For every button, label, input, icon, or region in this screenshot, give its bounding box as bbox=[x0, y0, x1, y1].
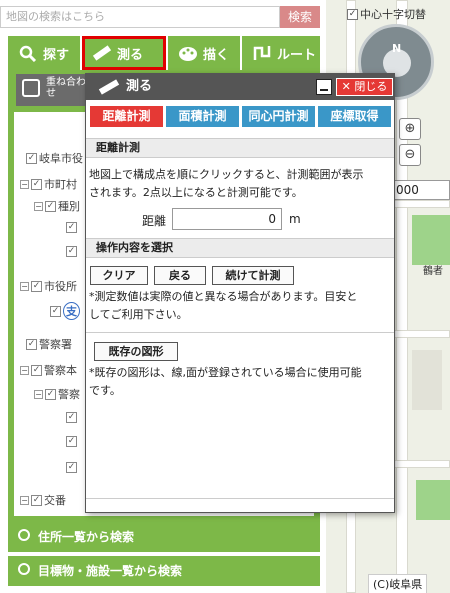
tab-area[interactable]: 面積計測 bbox=[166, 106, 239, 127]
refresh-icon: ↻ bbox=[16, 114, 27, 128]
tree-item-label: 交番 bbox=[44, 494, 66, 507]
tree-item[interactable]: ✓ bbox=[66, 436, 77, 447]
tree-item[interactable]: ✓ bbox=[66, 222, 77, 233]
continue-measure-button[interactable]: 続けて計測 bbox=[212, 266, 294, 285]
search-button[interactable]: 検索 bbox=[280, 6, 320, 28]
landmark-search-button[interactable]: 目標物・施設一覧から検索 bbox=[8, 556, 320, 586]
measure-dialog: 測る ✕ 閉じる 距離計測 面積計測 同心円計測 座標取得 距離計測 地図上で構… bbox=[85, 73, 395, 513]
tree-item[interactable]: − ✓ 市町村 bbox=[20, 176, 77, 192]
tree-item[interactable]: − ✓ 種別 bbox=[34, 198, 80, 214]
tree-item-label: 岐阜市役 bbox=[39, 152, 83, 165]
zoom-in-icon[interactable]: ⊕ bbox=[399, 118, 421, 140]
note-line: *測定数値は実際の値と異なる場合があります。目安と bbox=[89, 290, 358, 303]
route-icon bbox=[253, 46, 271, 60]
divider bbox=[86, 498, 394, 499]
route-tool-button[interactable]: ルート bbox=[242, 36, 320, 70]
tree-item[interactable]: ✓ 支 bbox=[50, 302, 80, 320]
section-operation-header: 操作内容を選択 bbox=[86, 238, 394, 258]
search-icon bbox=[18, 563, 30, 575]
ruler-icon bbox=[98, 79, 120, 95]
distance-label: 距離 bbox=[142, 214, 167, 228]
copyright-label: (C)岐阜県 bbox=[368, 574, 428, 593]
dialog-title: 測る bbox=[126, 79, 153, 94]
tree-item-label: 市町村 bbox=[44, 178, 77, 191]
tree-item[interactable]: ✓ 警察署 bbox=[26, 336, 72, 352]
route-tool-label: ルート bbox=[277, 47, 317, 63]
search-tool-label: 探す bbox=[43, 47, 70, 63]
divider bbox=[86, 332, 394, 333]
unit-label: m bbox=[289, 212, 301, 226]
tree-item[interactable]: − ✓ 警察本 bbox=[20, 362, 77, 378]
tree-item[interactable]: − ✓ 市役所 bbox=[20, 278, 77, 294]
measure-tool-button[interactable]: 測る bbox=[82, 36, 166, 70]
palette-icon bbox=[179, 47, 197, 61]
note-line: してご利用下さい。 bbox=[89, 308, 188, 321]
tree-item-icon: 支 bbox=[63, 302, 80, 320]
landmark-search-label: 目標物・施設一覧から検索 bbox=[38, 564, 183, 578]
distance-description: 地図上で構成点を順にクリックすると、計測範囲が表示 されます。2点以上になると計… bbox=[89, 166, 389, 202]
minimize-icon[interactable] bbox=[316, 79, 332, 95]
distance-value-field[interactable]: 0 bbox=[172, 208, 282, 230]
tree-item-label: 市役所 bbox=[44, 280, 77, 293]
tab-coordinates[interactable]: 座標取得 bbox=[318, 106, 391, 127]
map-search-input[interactable]: 地図の検索はこちら bbox=[0, 6, 280, 28]
tree-item-label: 種別 bbox=[58, 200, 80, 213]
display-toggle-label: 表示切 bbox=[34, 114, 71, 128]
close-button[interactable]: ✕ 閉じる bbox=[336, 78, 393, 96]
address-search-label: 住所一覧から検索 bbox=[38, 530, 135, 544]
tree-item[interactable]: − ✓ 警察 bbox=[34, 386, 80, 402]
tree-item[interactable]: ✓ bbox=[66, 462, 77, 473]
back-button[interactable]: 戻る bbox=[154, 266, 206, 285]
tree-item[interactable]: ✓ bbox=[66, 412, 77, 423]
note-line: です。 bbox=[89, 384, 121, 397]
note-line: *既存の図形は、線,面が登録されている場合に使用可能 bbox=[89, 366, 362, 379]
close-label: 閉じる bbox=[354, 80, 388, 93]
tab-concentric[interactable]: 同心円計測 bbox=[242, 106, 315, 127]
measure-tool-label: 測る bbox=[117, 47, 144, 63]
tree-item-label: 警察本 bbox=[44, 364, 77, 377]
map-scale-input[interactable]: 000 bbox=[392, 180, 450, 200]
search-tool-button[interactable]: 探す bbox=[8, 36, 80, 70]
tree-item[interactable]: − ✓ 交番 bbox=[20, 492, 66, 508]
overlay-button[interactable]: 重ね合わせ bbox=[16, 74, 86, 106]
search-icon bbox=[18, 529, 30, 541]
compass-north-label: N bbox=[392, 42, 402, 55]
tree-item[interactable]: ✓ bbox=[66, 246, 77, 257]
map-place-label: 鶴者 bbox=[423, 266, 443, 277]
center-cross-toggle[interactable]: ✓ 中心十字切替 bbox=[347, 6, 426, 22]
tree-item-label: 警察 bbox=[58, 388, 80, 401]
clear-button[interactable]: クリア bbox=[90, 266, 148, 285]
description-line: されます。2点以上になると計測可能です。 bbox=[89, 186, 303, 199]
ruler-icon bbox=[92, 45, 112, 61]
overlay-label: 重ね合わせ bbox=[46, 77, 86, 99]
description-line: 地図上で構成点を順にクリックすると、計測範囲が表示 bbox=[89, 168, 364, 181]
search-icon bbox=[19, 45, 37, 62]
dialog-header[interactable]: 測る ✕ 閉じる bbox=[86, 74, 394, 100]
draw-tool-button[interactable]: 描く bbox=[168, 36, 240, 70]
tree-item[interactable]: ✓ 岐阜市役 bbox=[26, 150, 83, 166]
existing-shape-button[interactable]: 既存の図形 bbox=[94, 342, 178, 361]
existing-shape-note: *既存の図形は、線,面が登録されている場合に使用可能 です。 bbox=[89, 364, 389, 400]
overlay-icon bbox=[22, 79, 40, 97]
section-distance-header: 距離計測 bbox=[86, 138, 394, 158]
draw-tool-label: 描く bbox=[203, 47, 230, 63]
center-cross-label: 中心十字切替 bbox=[360, 8, 426, 21]
zoom-out-icon[interactable]: ⊖ bbox=[399, 144, 421, 166]
measure-note: *測定数値は実際の値と異なる場合があります。目安と してご利用下さい。 bbox=[89, 288, 389, 324]
checkbox-icon[interactable]: ✓ bbox=[347, 8, 358, 20]
address-search-button[interactable]: 住所一覧から検索 bbox=[8, 522, 320, 552]
tab-distance[interactable]: 距離計測 bbox=[90, 106, 163, 127]
tree-item-label: 警察署 bbox=[39, 338, 72, 351]
